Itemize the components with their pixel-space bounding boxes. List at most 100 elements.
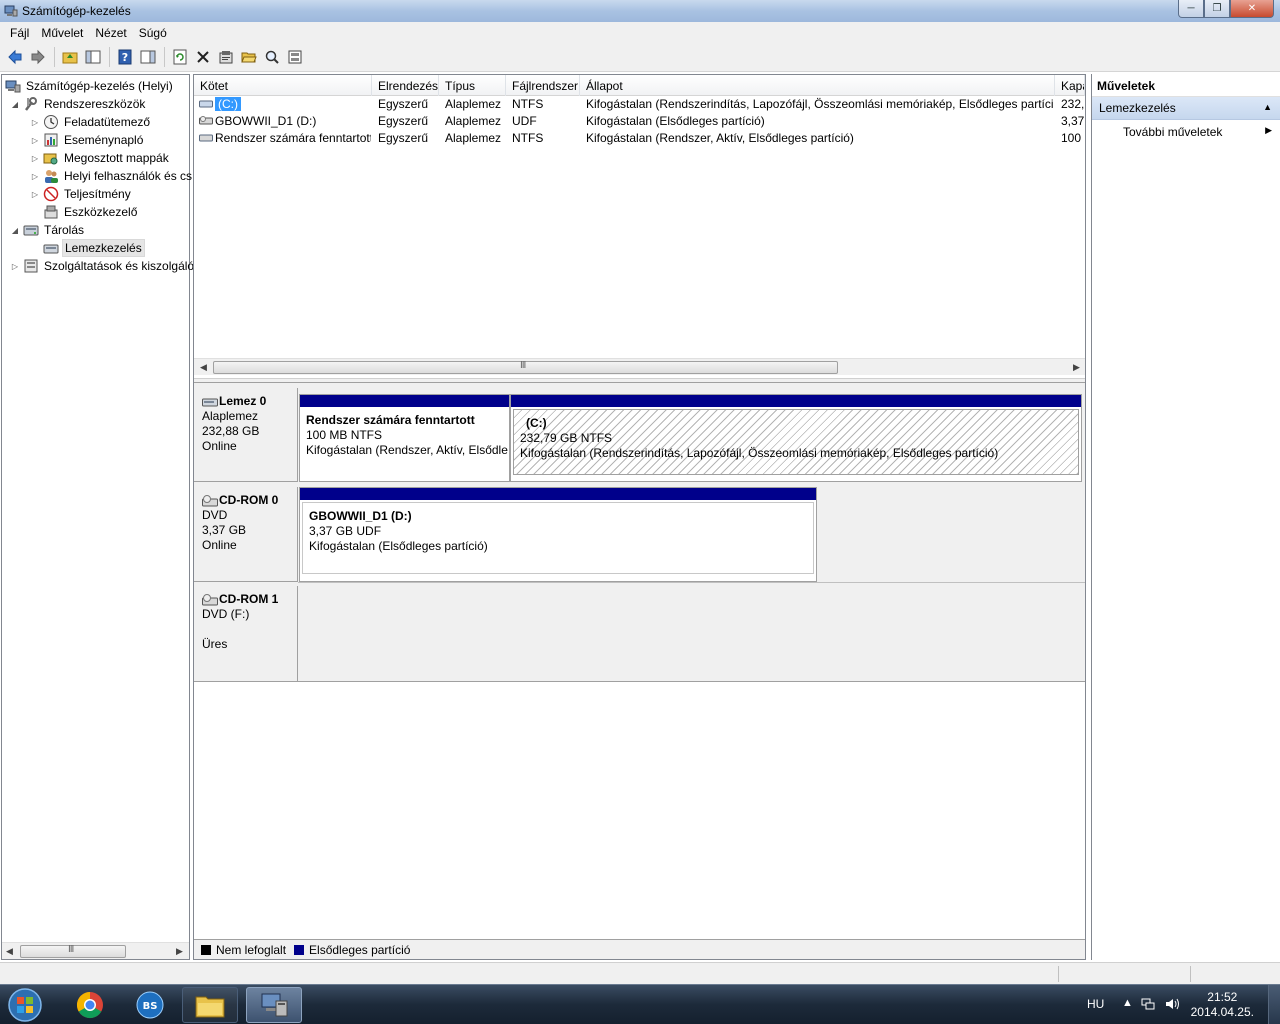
- toolbar-separator: [164, 47, 165, 67]
- arrow-left-icon: [8, 49, 22, 65]
- up-level-button[interactable]: [59, 46, 81, 68]
- refresh-icon: [173, 49, 187, 65]
- menu-file[interactable]: Fájl: [4, 26, 35, 40]
- disk-info[interactable]: CD-ROM 1 DVD (F:) Üres: [194, 586, 298, 682]
- column-header-capacity[interactable]: Kapa: [1055, 75, 1085, 96]
- scroll-thumb[interactable]: [213, 361, 838, 374]
- network-icon[interactable]: [1141, 997, 1155, 1014]
- expand-triangle-icon[interactable]: ▷: [30, 118, 40, 127]
- refresh-button[interactable]: [169, 46, 191, 68]
- open-button[interactable]: [238, 46, 260, 68]
- dvd-drive-icon: [199, 116, 213, 125]
- tree-item-device-manager[interactable]: Eszközkezelő: [43, 203, 139, 221]
- title-bar[interactable]: Számítógép-kezelés ─ ❐ ✕: [0, 0, 1280, 22]
- expand-triangle-icon[interactable]: ▷: [30, 190, 40, 199]
- tree-item-computer-management[interactable]: Számítógép-kezelés (Helyi): [5, 77, 175, 95]
- show-hide-action-pane-button[interactable]: [137, 46, 159, 68]
- partition-status: Kifogástalan (Elsődleges partíció): [309, 539, 488, 553]
- cd-drive-icon: [202, 593, 218, 605]
- tree-item-event-viewer[interactable]: ▷ Eseménynapló: [30, 131, 145, 149]
- actions-section-disk-management[interactable]: Lemezkezelés ▲: [1092, 97, 1280, 120]
- volume-list: Kötet Elrendezés Típus Fájlrendszer Álla…: [194, 75, 1085, 375]
- table-row[interactable]: GBOWWII_D1 (D:) Egyszerű Alaplemez UDF K…: [194, 113, 1085, 130]
- disk-info[interactable]: Lemez 0 Alaplemez 232,88 GB Online: [194, 388, 298, 482]
- start-button[interactable]: [3, 987, 47, 1023]
- delete-button[interactable]: [192, 46, 214, 68]
- computer-management-icon: [5, 80, 21, 93]
- expand-triangle-icon[interactable]: ▷: [30, 136, 40, 145]
- show-hide-tree-button[interactable]: [82, 46, 104, 68]
- collapse-triangle-icon[interactable]: ◢: [10, 226, 20, 235]
- folder-icon: [195, 996, 225, 1018]
- collapse-triangle-icon[interactable]: ◢: [10, 100, 20, 109]
- volume-list-horizontal-scrollbar[interactable]: ◀ III ▶: [194, 358, 1085, 375]
- tree-label: Eszközkezelő: [64, 205, 138, 219]
- collapse-up-icon[interactable]: ▲: [1263, 102, 1272, 112]
- disk-kind: Alaplemez: [202, 409, 259, 423]
- clock-time: 21:52: [1207, 990, 1238, 1004]
- partition-d[interactable]: GBOWWII_D1 (D:) 3,37 GB UDF Kifogástalan…: [299, 487, 817, 582]
- taskbar-bluestacks[interactable]: BS: [122, 987, 178, 1023]
- partition-c[interactable]: (C:) 232,79 GB NTFS Kifogástalan (Rendsz…: [510, 394, 1082, 482]
- console-tree: Számítógép-kezelés (Helyi) ◢ Rendszeresz…: [1, 74, 194, 960]
- arrow-right-icon: [31, 49, 45, 65]
- close-button[interactable]: ✕: [1230, 0, 1274, 18]
- table-row[interactable]: Rendszer számára fenntartott Egyszerű Al…: [194, 130, 1085, 147]
- volume-icon[interactable]: [1165, 997, 1181, 1014]
- back-button[interactable]: [4, 46, 26, 68]
- column-header-volume[interactable]: Kötet: [194, 75, 372, 96]
- disk-info[interactable]: CD-ROM 0 DVD 3,37 GB Online: [194, 487, 298, 582]
- maximize-button[interactable]: ❐: [1204, 0, 1230, 18]
- disk-state: Online: [202, 439, 237, 453]
- more-actions-label: További műveletek: [1123, 125, 1223, 139]
- disk-properties-button[interactable]: [284, 46, 306, 68]
- disk-list-icon: [288, 50, 302, 64]
- disk-size: 232,88 GB: [202, 424, 260, 438]
- more-actions-item[interactable]: További műveletek ▶: [1092, 120, 1280, 144]
- taskbar-chrome[interactable]: [62, 987, 118, 1023]
- column-header-type[interactable]: Típus: [439, 75, 506, 96]
- minimize-button[interactable]: ─: [1178, 0, 1204, 18]
- expand-triangle-icon[interactable]: ▷: [30, 172, 40, 181]
- column-header-status[interactable]: Állapot: [580, 75, 1055, 96]
- actions-header: Műveletek: [1092, 74, 1280, 97]
- taskbar-explorer[interactable]: [182, 987, 238, 1023]
- disk-size: [202, 622, 289, 637]
- tree-item-system-tools[interactable]: ◢ Rendszereszközök: [10, 95, 147, 113]
- expand-triangle-icon[interactable]: ▷: [30, 154, 40, 163]
- tree-item-shared-folders[interactable]: ▷ Megosztott mappák: [30, 149, 171, 167]
- tree-item-storage[interactable]: ◢ Tárolás: [10, 221, 86, 239]
- tree-item-services[interactable]: ▷ Szolgáltatások és kiszolgáló: [10, 257, 196, 275]
- speaker-glyph: [1166, 998, 1179, 1010]
- scroll-left-arrow-icon[interactable]: ◀: [6, 946, 13, 957]
- scroll-right-arrow-icon[interactable]: ▶: [1073, 362, 1080, 373]
- language-indicator[interactable]: HU: [1087, 997, 1104, 1011]
- properties-button[interactable]: [215, 46, 237, 68]
- table-row[interactable]: (C:) Egyszerű Alaplemez NTFS Kifogástala…: [194, 96, 1085, 113]
- partition-reserved[interactable]: Rendszer számára fenntartott 100 MB NTFS…: [299, 394, 510, 482]
- show-hidden-icons-icon[interactable]: ▲: [1122, 997, 1133, 1009]
- search-button[interactable]: [261, 46, 283, 68]
- tree-horizontal-scrollbar[interactable]: ◀ III ▶: [2, 942, 189, 959]
- help-button[interactable]: ?: [114, 46, 136, 68]
- show-desktop-button[interactable]: [1268, 985, 1280, 1024]
- tree-item-local-users[interactable]: ▷ Helyi felhasználók és cs: [30, 167, 194, 185]
- menu-action[interactable]: Művelet: [35, 26, 89, 40]
- scroll-right-arrow-icon[interactable]: ▶: [176, 946, 183, 957]
- partition-name: (C:): [526, 416, 547, 430]
- menu-view[interactable]: Nézet: [89, 26, 132, 40]
- status-cell: Kifogástalan (Elsődleges partíció): [586, 114, 765, 128]
- tree-item-disk-management[interactable]: Lemezkezelés: [43, 239, 145, 257]
- scroll-left-arrow-icon[interactable]: ◀: [200, 362, 207, 373]
- taskbar-computer-management[interactable]: [246, 987, 302, 1023]
- tree-item-performance[interactable]: ▷ Teljesítmény: [30, 185, 133, 203]
- disk-management-icon: [43, 244, 59, 254]
- forward-button[interactable]: [27, 46, 49, 68]
- tree-item-task-scheduler[interactable]: ▷ Feladatütemező: [30, 113, 152, 131]
- column-header-layout[interactable]: Elrendezés: [372, 75, 439, 96]
- expand-triangle-icon[interactable]: ▷: [10, 262, 20, 271]
- menu-help[interactable]: Súgó: [133, 26, 173, 40]
- computer-management-icon: [4, 5, 18, 17]
- column-header-filesystem[interactable]: Fájlrendszer: [506, 75, 580, 96]
- clock[interactable]: 21:52 2014.04.25.: [1191, 990, 1254, 1020]
